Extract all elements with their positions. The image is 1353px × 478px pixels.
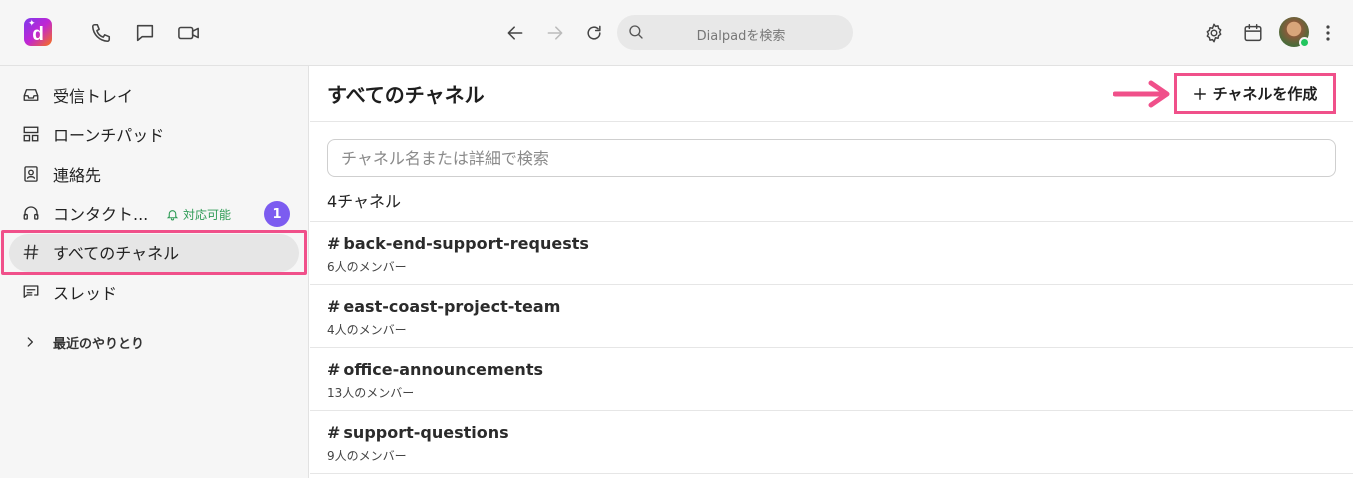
contacts-icon <box>21 164 41 184</box>
channel-name-text: east-coast-project-team <box>343 297 561 316</box>
availability-label: 対応可能 <box>183 208 232 222</box>
recent-activity-toggle[interactable]: 最近のやりとり <box>0 330 309 354</box>
create-channel-label: チャネルを作成 <box>1212 85 1318 103</box>
phone-icon[interactable] <box>89 21 113 45</box>
settings-gear-icon[interactable] <box>1202 21 1226 45</box>
create-channel-button[interactable]: チャネルを作成 <box>1174 73 1336 114</box>
hash-icon: # <box>327 234 341 253</box>
message-icon[interactable] <box>133 21 157 45</box>
channel-count: 4チャネル <box>327 192 402 211</box>
channel-name-text: support-questions <box>343 423 509 442</box>
headset-icon <box>21 203 41 223</box>
launchpad-icon <box>21 124 41 144</box>
inbox-icon <box>21 85 41 105</box>
highlight-annotation-box <box>1 230 307 275</box>
channel-row[interactable]: # east-coast-project-team 4人のメンバー <box>310 284 1353 347</box>
main-content: すべてのチャネル チャネルを作成 4チャネル #back-end-support… <box>310 66 1353 478</box>
presence-indicator <box>1299 37 1310 48</box>
sidebar-item-contacts[interactable]: 連絡先 <box>0 154 309 194</box>
channel-member-count: 4人のメンバー <box>327 323 407 337</box>
channel-member-count: 6人のメンバー <box>327 260 407 274</box>
sparkle-icon: ✦ <box>28 19 36 29</box>
page-header: すべてのチャネル チャネルを作成 <box>310 66 1353 122</box>
channel-search-input[interactable] <box>327 139 1336 177</box>
hash-icon: # <box>327 423 341 442</box>
video-icon[interactable] <box>177 21 201 45</box>
threads-icon <box>21 282 41 302</box>
calendar-icon[interactable] <box>1241 21 1265 45</box>
channel-row[interactable]: # office-announcements 13人のメンバー <box>310 347 1353 410</box>
forward-arrow-icon[interactable] <box>543 21 567 45</box>
reload-icon[interactable] <box>582 21 606 45</box>
search-placeholder: Dialpadを検索 <box>696 29 786 44</box>
sidebar-item-launchpad[interactable]: ローンチパッド <box>0 114 309 154</box>
back-arrow-icon[interactable] <box>503 21 527 45</box>
availability-status[interactable]: 対応可能 <box>166 206 231 223</box>
top-bar: ✦ d Dialpadを検索 <box>0 0 1353 66</box>
sidebar-item-label: 連絡先 <box>53 166 102 185</box>
hash-icon: # <box>327 360 341 379</box>
channel-member-count: 9人のメンバー <box>327 449 407 463</box>
channel-name: # east-coast-project-team <box>327 297 560 316</box>
channel-name-text: back-end-support-requests <box>343 234 589 253</box>
sidebar-item-inbox[interactable]: 受信トレイ <box>0 75 309 115</box>
sidebar-item-label: ローンチパッド <box>53 126 165 145</box>
notification-badge: 1 <box>264 201 290 227</box>
page-title: すべてのチャネル <box>327 83 485 107</box>
list-divider <box>310 473 1353 474</box>
hash-icon: # <box>327 297 341 316</box>
channel-row[interactable]: # support-questions 9人のメンバー <box>310 410 1353 473</box>
channel-name-text: office-announcements <box>343 360 543 379</box>
global-search[interactable]: Dialpadを検索 <box>617 15 853 50</box>
recent-activity-label: 最近のやりとり <box>53 337 145 352</box>
plus-icon <box>1193 87 1206 100</box>
sidebar-item-label: スレッド <box>53 284 118 303</box>
sidebar-item-threads[interactable]: スレッド <box>0 272 309 312</box>
channel-member-count: 13人のメンバー <box>327 386 415 400</box>
dialpad-logo[interactable]: ✦ d <box>24 18 52 46</box>
channel-name: # support-questions <box>327 423 509 442</box>
more-options-icon[interactable] <box>1316 21 1340 45</box>
sidebar-item-label: コンタクト... <box>53 205 149 224</box>
channel-row[interactable]: # back-end-support-requests 6人のメンバー <box>310 221 1353 284</box>
bell-icon <box>166 210 179 221</box>
sidebar-item-contact-center[interactable]: コンタクト... 対応可能 1 <box>0 193 309 233</box>
channel-name: # back-end-support-requests <box>327 234 589 253</box>
channel-list: # back-end-support-requests 6人のメンバー # east… <box>310 221 1353 474</box>
chevron-right-icon <box>23 334 37 353</box>
pointer-arrow-annotation <box>1112 80 1173 112</box>
sidebar-item-label: 受信トレイ <box>53 87 134 106</box>
channel-name: # office-announcements <box>327 360 543 379</box>
sidebar: 受信トレイ ローンチパッド 連絡先 コンタクト... 対応可能 1 すべてのチャ… <box>0 66 309 478</box>
